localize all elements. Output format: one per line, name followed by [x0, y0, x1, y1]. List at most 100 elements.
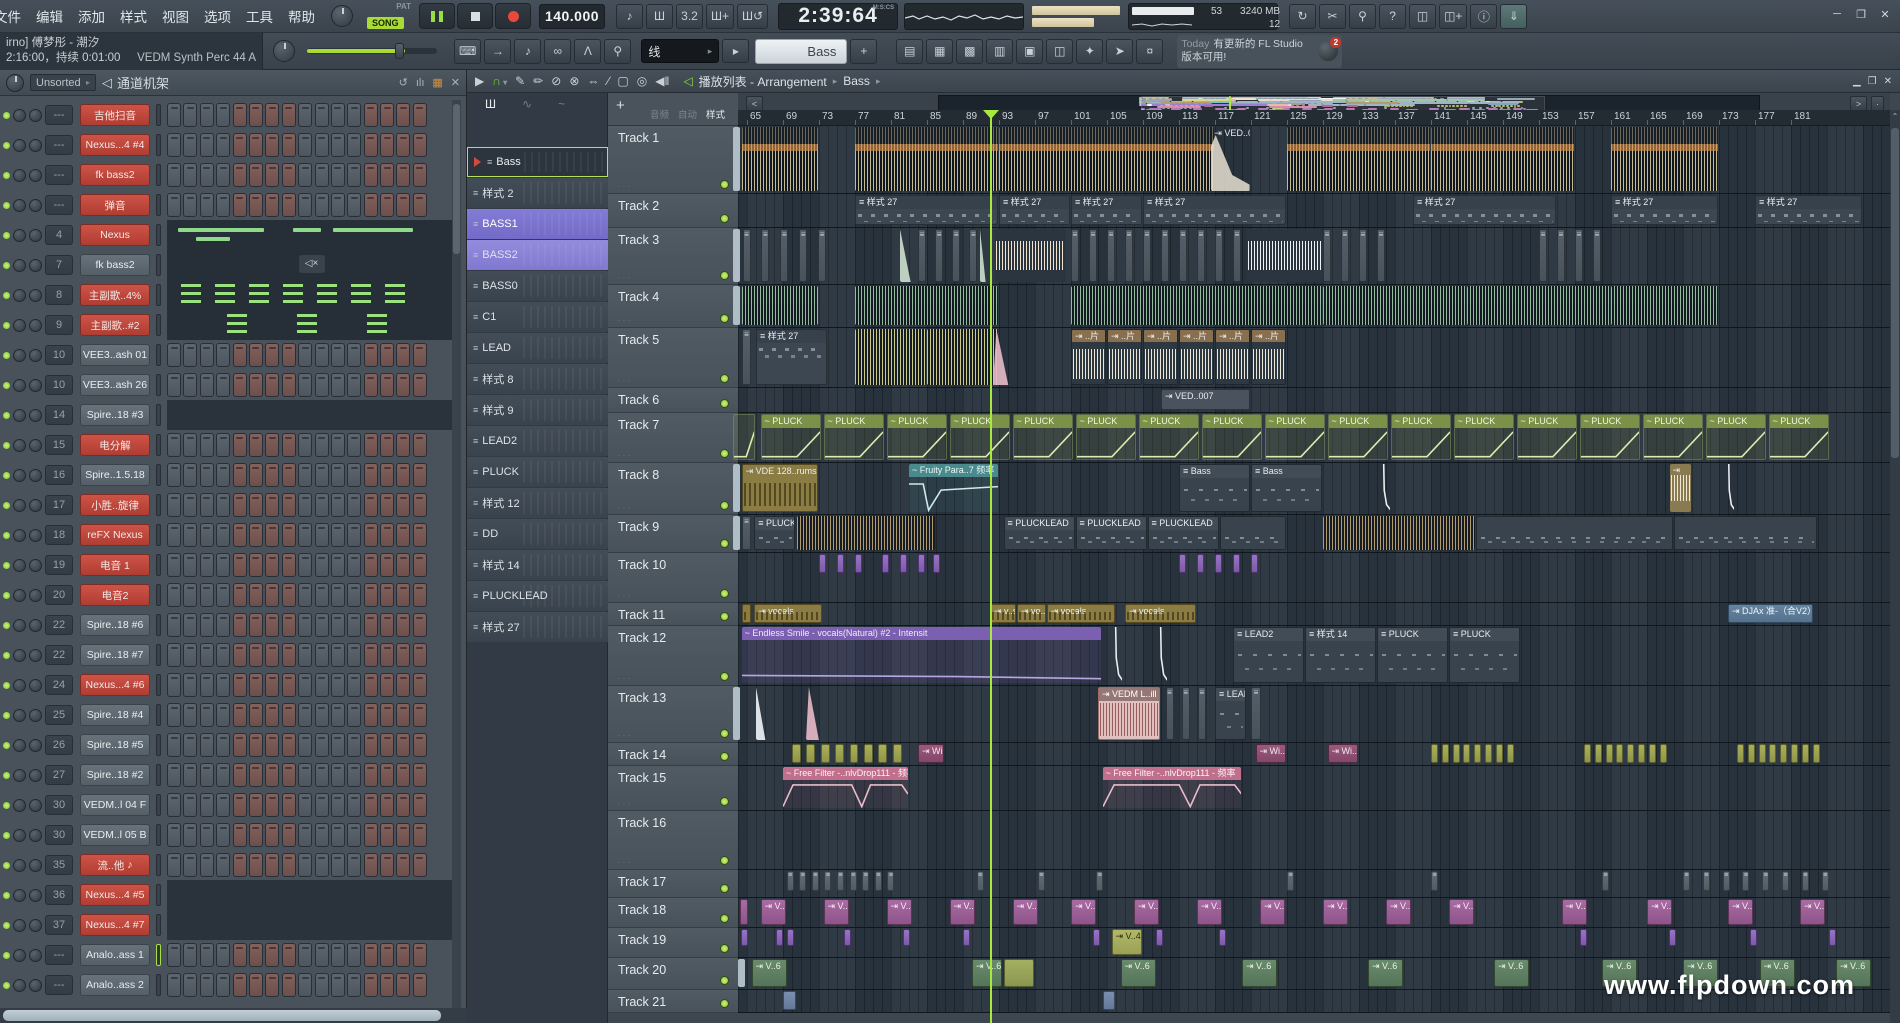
- channel-led[interactable]: [3, 142, 10, 149]
- pan-knob[interactable]: [13, 859, 26, 872]
- channel-display[interactable]: 25: [45, 705, 73, 725]
- step-cell[interactable]: [364, 763, 378, 787]
- clip-apluck[interactable]: ~ PLUCK: [1706, 414, 1766, 460]
- track-mute-led[interactable]: [720, 612, 729, 621]
- pan-knob[interactable]: [13, 949, 26, 962]
- step-cell[interactable]: [396, 793, 410, 817]
- track-header[interactable]: Track 16···: [608, 811, 738, 870]
- playhead-marker[interactable]: [983, 110, 999, 119]
- oscilloscope[interactable]: [904, 3, 1024, 30]
- channel-led[interactable]: [3, 202, 10, 209]
- clip-npat[interactable]: ≡ PLUCK: [1377, 627, 1448, 683]
- clip-v4[interactable]: ⇥ V..4: [1112, 929, 1143, 955]
- clip-pulse[interactable]: [855, 554, 862, 573]
- track-lane[interactable]: [738, 811, 1890, 870]
- channel-button[interactable]: Nexus...4 #4: [80, 134, 150, 156]
- step-cell[interactable]: [380, 553, 394, 577]
- channel-display[interactable]: ---: [45, 165, 73, 185]
- clip-v9[interactable]: ⇥ V..9: [1134, 899, 1159, 925]
- track-mute-led[interactable]: [720, 539, 729, 548]
- step-cell[interactable]: [315, 643, 329, 667]
- channel-preview-empty[interactable]: [167, 910, 453, 940]
- step-cell[interactable]: [200, 193, 214, 217]
- clip-v6[interactable]: ⇥ V..6: [1494, 959, 1529, 987]
- pattern-item[interactable]: ≡样式 14: [467, 550, 608, 580]
- record-button[interactable]: [495, 3, 531, 29]
- menu-item-添加[interactable]: 添加: [78, 6, 105, 26]
- clip-npat[interactable]: [1476, 516, 1673, 550]
- step-cell[interactable]: [233, 733, 247, 757]
- clip-wavepeach[interactable]: [995, 229, 1066, 282]
- playlist-tab-样式[interactable]: 样式: [706, 107, 725, 121]
- track-mute-led[interactable]: [720, 729, 729, 738]
- step-cell[interactable]: [216, 763, 230, 787]
- clip-gstripe[interactable]: [742, 286, 818, 325]
- step-cell[interactable]: [233, 493, 247, 517]
- channel-led[interactable]: [3, 742, 10, 749]
- step-cell[interactable]: [216, 553, 230, 577]
- sync-icon[interactable]: ↻: [1289, 4, 1316, 29]
- clip-v9[interactable]: ⇥ V..9: [950, 899, 975, 925]
- pattern-item[interactable]: ≡样式 2: [467, 178, 608, 208]
- pattern-item[interactable]: ≡BASS1: [467, 209, 608, 239]
- track-header[interactable]: Track 11: [608, 603, 738, 626]
- volume-knob[interactable]: [29, 379, 42, 392]
- clip-pstub[interactable]: [1156, 929, 1163, 946]
- step-cell[interactable]: [380, 133, 394, 157]
- step-cell[interactable]: [233, 193, 247, 217]
- step-cell[interactable]: [315, 793, 329, 817]
- channel-selector[interactable]: [156, 314, 161, 336]
- clip-slice[interactable]: ⇥ ..片: [1071, 329, 1106, 385]
- step-cell[interactable]: [331, 673, 345, 697]
- step-cell[interactable]: [298, 523, 312, 547]
- volume-knob[interactable]: [29, 199, 42, 212]
- step-cell[interactable]: [331, 493, 345, 517]
- pattern-item[interactable]: ≡样式 27: [467, 612, 608, 642]
- step-cell[interactable]: [249, 133, 263, 157]
- clip-pulse[interactable]: [1233, 554, 1240, 573]
- step-cell[interactable]: [216, 373, 230, 397]
- clip-pstub[interactable]: [1829, 929, 1836, 946]
- track-header[interactable]: Track 15···: [608, 766, 738, 811]
- slip-icon[interactable]: ⇔: [587, 74, 599, 88]
- step-cell[interactable]: [167, 433, 181, 457]
- track-header[interactable]: Track 20: [608, 958, 738, 990]
- clip-vocal[interactable]: ⇥ vocals: [1125, 604, 1196, 623]
- scroll-right-button[interactable]: >: [1850, 96, 1867, 111]
- step-cell[interactable]: [396, 343, 410, 367]
- track-header[interactable]: Track 14: [608, 743, 738, 766]
- channel-led[interactable]: [3, 472, 10, 479]
- clip-adecay[interactable]: ⇥ VED..007: [1211, 127, 1250, 191]
- channel-button[interactable]: reFX Nexus: [80, 524, 150, 546]
- step-cell[interactable]: [282, 583, 296, 607]
- step-cell[interactable]: [216, 523, 230, 547]
- step-cell[interactable]: [233, 133, 247, 157]
- step-cell[interactable]: [200, 343, 214, 367]
- clip-ochip[interactable]: [1759, 744, 1766, 763]
- channel-button[interactable]: 电音2: [80, 584, 150, 606]
- step-cell[interactable]: [167, 823, 181, 847]
- time-display[interactable]: 2:39:64M:S:CS: [778, 3, 898, 30]
- channel-button[interactable]: VEDM..l 04 F: [80, 794, 150, 816]
- step-cell[interactable]: [249, 493, 263, 517]
- clip-mini[interactable]: ≡: [1233, 229, 1241, 282]
- step-cell[interactable]: [380, 643, 394, 667]
- channel-button[interactable]: Spire..18 #3: [80, 404, 150, 426]
- clip-tanstripe[interactable]: [797, 516, 936, 550]
- step-cell[interactable]: [380, 373, 394, 397]
- step-cell[interactable]: [216, 823, 230, 847]
- step-cell[interactable]: [347, 553, 361, 577]
- touch-icon[interactable]: ➤: [1106, 39, 1133, 64]
- pan-knob[interactable]: [13, 589, 26, 602]
- step-cell[interactable]: [298, 823, 312, 847]
- step-cell[interactable]: [298, 943, 312, 967]
- step-cell[interactable]: [200, 373, 214, 397]
- channel-display[interactable]: 24: [45, 675, 73, 695]
- step-cell[interactable]: [413, 763, 427, 787]
- clip-v6[interactable]: ⇥ V..6: [972, 959, 1002, 987]
- clip-ochip[interactable]: [1496, 744, 1503, 763]
- clip-pstub[interactable]: [787, 929, 794, 946]
- clip-pstub[interactable]: [776, 929, 783, 946]
- mute-icon[interactable]: ⊗: [569, 74, 579, 88]
- clip-mini[interactable]: ≡: [935, 229, 943, 282]
